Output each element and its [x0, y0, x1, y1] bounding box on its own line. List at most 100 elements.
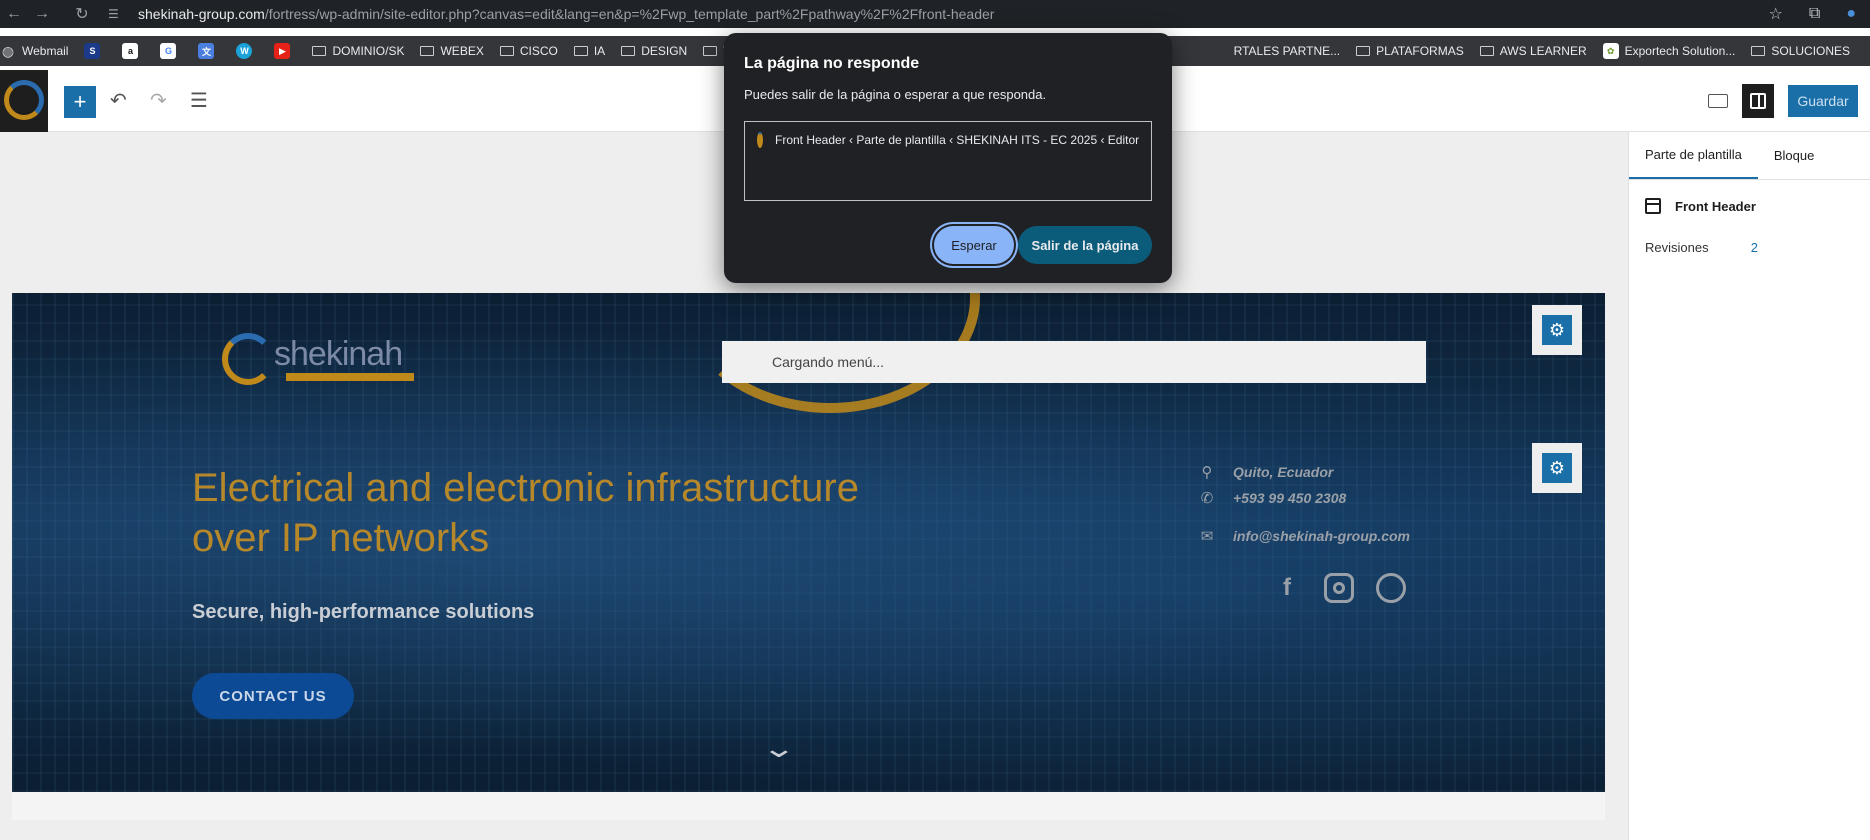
- bookmark-folder[interactable]: AWS LEARNER: [1479, 44, 1587, 58]
- translate-icon: 文: [198, 43, 215, 59]
- undo-icon[interactable]: ↶: [110, 88, 127, 113]
- facebook-icon[interactable]: f: [1272, 573, 1302, 603]
- contact-text: Quito, Ecuador: [1233, 464, 1334, 480]
- settings-sidebar: Parte de plantilla Bloque Front Header R…: [1628, 132, 1870, 840]
- folder-icon: [420, 46, 435, 56]
- revisions-row[interactable]: Revisiones 2: [1629, 240, 1774, 255]
- folder-icon: [499, 46, 514, 56]
- contact-text: info@shekinah-group.com: [1233, 528, 1410, 544]
- bookmark-google[interactable]: G: [160, 43, 182, 59]
- bookmark-amazon[interactable]: a: [122, 43, 144, 59]
- hero-subtitle[interactable]: Secure, high-performance solutions: [192, 601, 534, 624]
- contact-us-button[interactable]: CONTACT US: [192, 673, 354, 719]
- front-header-block[interactable]: shekinah Cargando menú... ⚙ ⚙ Electrical…: [12, 293, 1605, 792]
- bookmark-label: WEBEX: [440, 44, 484, 58]
- whatsapp-icon: ✆: [1200, 490, 1214, 507]
- bookmark-folder[interactable]: CISCO: [499, 44, 558, 58]
- save-button[interactable]: Guardar: [1788, 85, 1858, 117]
- hero-title[interactable]: Electrical and electronic infrastructure…: [192, 463, 912, 563]
- add-block-button[interactable]: +: [64, 86, 96, 118]
- contact-email: ✉ info@shekinah-group.com: [1197, 527, 1410, 545]
- tab-template-part[interactable]: Parte de plantilla: [1629, 132, 1758, 179]
- instagram-icon[interactable]: [1324, 573, 1354, 603]
- block-settings-button[interactable]: ⚙: [1532, 443, 1582, 493]
- whatsapp-icon[interactable]: [1376, 573, 1406, 603]
- folder-icon: [703, 46, 718, 56]
- reload-icon[interactable]: ↻: [68, 0, 96, 28]
- contact-location: ⚲ Quito, Ecuador: [1197, 463, 1334, 481]
- site-logo[interactable]: shekinah: [222, 331, 422, 391]
- extensions-icon[interactable]: ⧉: [1809, 5, 1820, 23]
- folder-icon: [1479, 46, 1494, 56]
- address-bar[interactable]: ☰ shekinah-group.com/fortress/wp-admin/s…: [108, 3, 1768, 25]
- site-icon[interactable]: [0, 70, 48, 132]
- leave-page-button[interactable]: Salir de la página: [1018, 226, 1152, 264]
- settings-panel-toggle[interactable]: [1742, 84, 1774, 118]
- contact-phone: ✆ +593 99 450 2308: [1197, 489, 1347, 507]
- logo-bar: [286, 373, 414, 381]
- bookmark-label: DOMINIO/SK: [332, 44, 405, 58]
- bookmark-label: SOLUCIONES: [1771, 44, 1851, 58]
- page-unresponsive-dialog: La página no responde Puedes salir de la…: [724, 33, 1172, 283]
- redo-icon[interactable]: ↷: [150, 88, 167, 113]
- folder-icon: [621, 46, 636, 56]
- bookmark-webmail[interactable]: ◍ Webmail: [0, 42, 69, 59]
- logo-mark: [222, 333, 274, 385]
- google-icon: G: [160, 43, 177, 59]
- youtube-icon: ▶: [274, 43, 291, 59]
- block-settings-button[interactable]: ⚙: [1532, 305, 1582, 355]
- back-icon[interactable]: ←: [0, 0, 28, 28]
- bookmark-label: AWS LEARNER: [1499, 44, 1587, 58]
- bookmark-label: RTALES PARTNE...: [1233, 44, 1341, 58]
- folder-icon: [1751, 46, 1766, 56]
- site-favicon-icon: [757, 132, 763, 148]
- chevron-down-icon[interactable]: ⌄: [761, 733, 796, 764]
- document-overview-icon[interactable]: ☰: [190, 88, 208, 113]
- bookmark-sri[interactable]: S: [84, 43, 106, 59]
- forward-icon[interactable]: →: [28, 0, 56, 28]
- profile-icon[interactable]: ●: [1846, 5, 1856, 23]
- bookmark-folder[interactable]: WEBEX: [420, 44, 484, 58]
- folder-icon: [312, 46, 327, 56]
- revisions-label: Revisiones: [1645, 240, 1709, 255]
- wait-button[interactable]: Esperar: [934, 226, 1014, 264]
- map-pin-icon: ⚲: [1201, 464, 1213, 481]
- canvas-footer-strip: [12, 792, 1605, 820]
- template-part-icon: [1645, 198, 1661, 214]
- revisions-count[interactable]: 2: [1751, 240, 1758, 255]
- page-entry-label: Front Header ‹ Parte de plantilla ‹ SHEK…: [775, 133, 1142, 147]
- bookmark-label: CISCO: [519, 44, 558, 58]
- bookmark-youtube[interactable]: ▶: [274, 43, 296, 59]
- bookmark-exportech[interactable]: ✿ Exportech Solution...: [1602, 43, 1735, 59]
- bookmark-webex[interactable]: W: [236, 43, 258, 59]
- bookmark-label: Webmail: [22, 44, 69, 58]
- bookmark-folder[interactable]: SOLUCIONES: [1751, 44, 1850, 58]
- folder-icon: [1356, 46, 1371, 56]
- mail-icon: ✉: [1200, 528, 1214, 545]
- logo-text: shekinah: [274, 335, 403, 373]
- url-host: shekinah-group.com: [138, 6, 265, 22]
- bookmark-folder[interactable]: DESIGN: [621, 44, 687, 58]
- globe-icon: ◍: [1, 42, 15, 59]
- template-part-title: Front Header: [1629, 198, 1870, 214]
- bookmark-translate[interactable]: 文: [198, 43, 220, 59]
- tab-block[interactable]: Bloque: [1758, 132, 1830, 179]
- dialog-message: Puedes salir de la página o esperar a qu…: [744, 87, 1047, 102]
- bookmark-folder[interactable]: DOMINIO/SK: [312, 44, 404, 58]
- bookmark-partners[interactable]: RTALES PARTNE...: [1234, 44, 1340, 58]
- gear-icon: ⚙: [1542, 453, 1572, 483]
- site-info-icon[interactable]: ☰: [108, 7, 128, 21]
- sri-icon: S: [84, 43, 101, 59]
- webex-icon: W: [236, 43, 253, 59]
- exportech-icon: ✿: [1602, 43, 1619, 59]
- bookmark-star-icon[interactable]: ☆: [1769, 4, 1783, 24]
- list-item: Front Header ‹ Parte de plantilla ‹ SHEK…: [757, 132, 1142, 148]
- bookmark-label: PLATAFORMAS: [1376, 44, 1464, 58]
- bookmark-folder[interactable]: IA: [573, 44, 605, 58]
- url-path: /fortress/wp-admin/site-editor.php?canva…: [264, 6, 995, 22]
- bookmark-folder[interactable]: PLATAFORMAS: [1356, 44, 1464, 58]
- social-links: f: [1272, 573, 1406, 603]
- navigation-menu-placeholder[interactable]: Cargando menú...: [722, 341, 1426, 383]
- desktop-view-icon[interactable]: [1708, 94, 1728, 108]
- unresponsive-pages-list: Front Header ‹ Parte de plantilla ‹ SHEK…: [744, 121, 1152, 201]
